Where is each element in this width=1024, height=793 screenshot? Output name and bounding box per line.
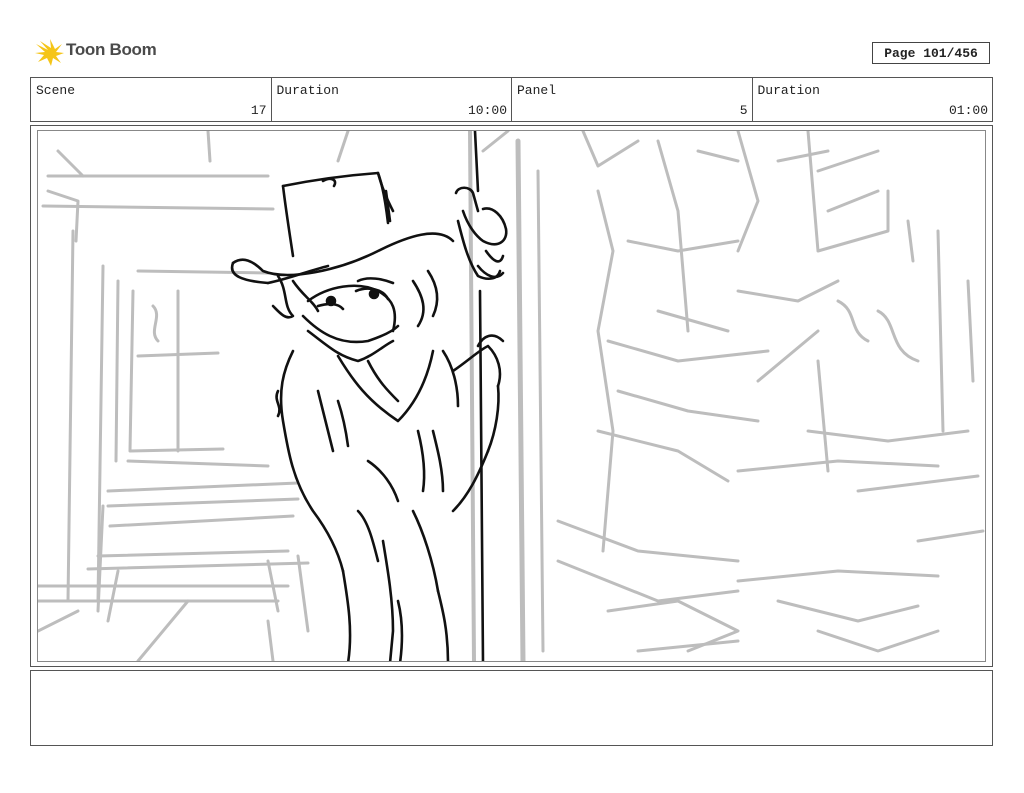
scene-duration-label: Duration — [276, 83, 339, 98]
scene-cell: Scene 17 — [31, 78, 272, 121]
starburst-icon — [35, 39, 64, 66]
brand-name: Toon Boom — [66, 40, 157, 59]
sketch-drawing — [38, 131, 985, 661]
panel-cell: Panel 5 — [512, 78, 753, 121]
panel-notes-box — [30, 670, 993, 746]
scene-duration-cell: Duration 10:00 — [272, 78, 512, 121]
background-sketch — [38, 131, 985, 661]
panel-image-area — [37, 130, 986, 662]
storyboard-panel — [30, 125, 993, 667]
panel-duration-cell: Duration 01:00 — [753, 78, 993, 121]
scene-duration-value: 10:00 — [467, 103, 507, 118]
panel-duration-value: 01:00 — [948, 103, 988, 118]
scene-label: Scene — [36, 83, 76, 98]
page-number: Page 101/456 — [872, 42, 990, 64]
panel-label: Panel — [517, 83, 557, 98]
scene-value: 17 — [250, 103, 267, 118]
panel-duration-label: Duration — [757, 83, 820, 98]
panel-info-row: Scene 17 Duration 10:00 Panel 5 Duration… — [30, 77, 993, 122]
panel-value: 5 — [739, 103, 748, 118]
toon-boom-logo: Toon Boom — [34, 38, 164, 68]
